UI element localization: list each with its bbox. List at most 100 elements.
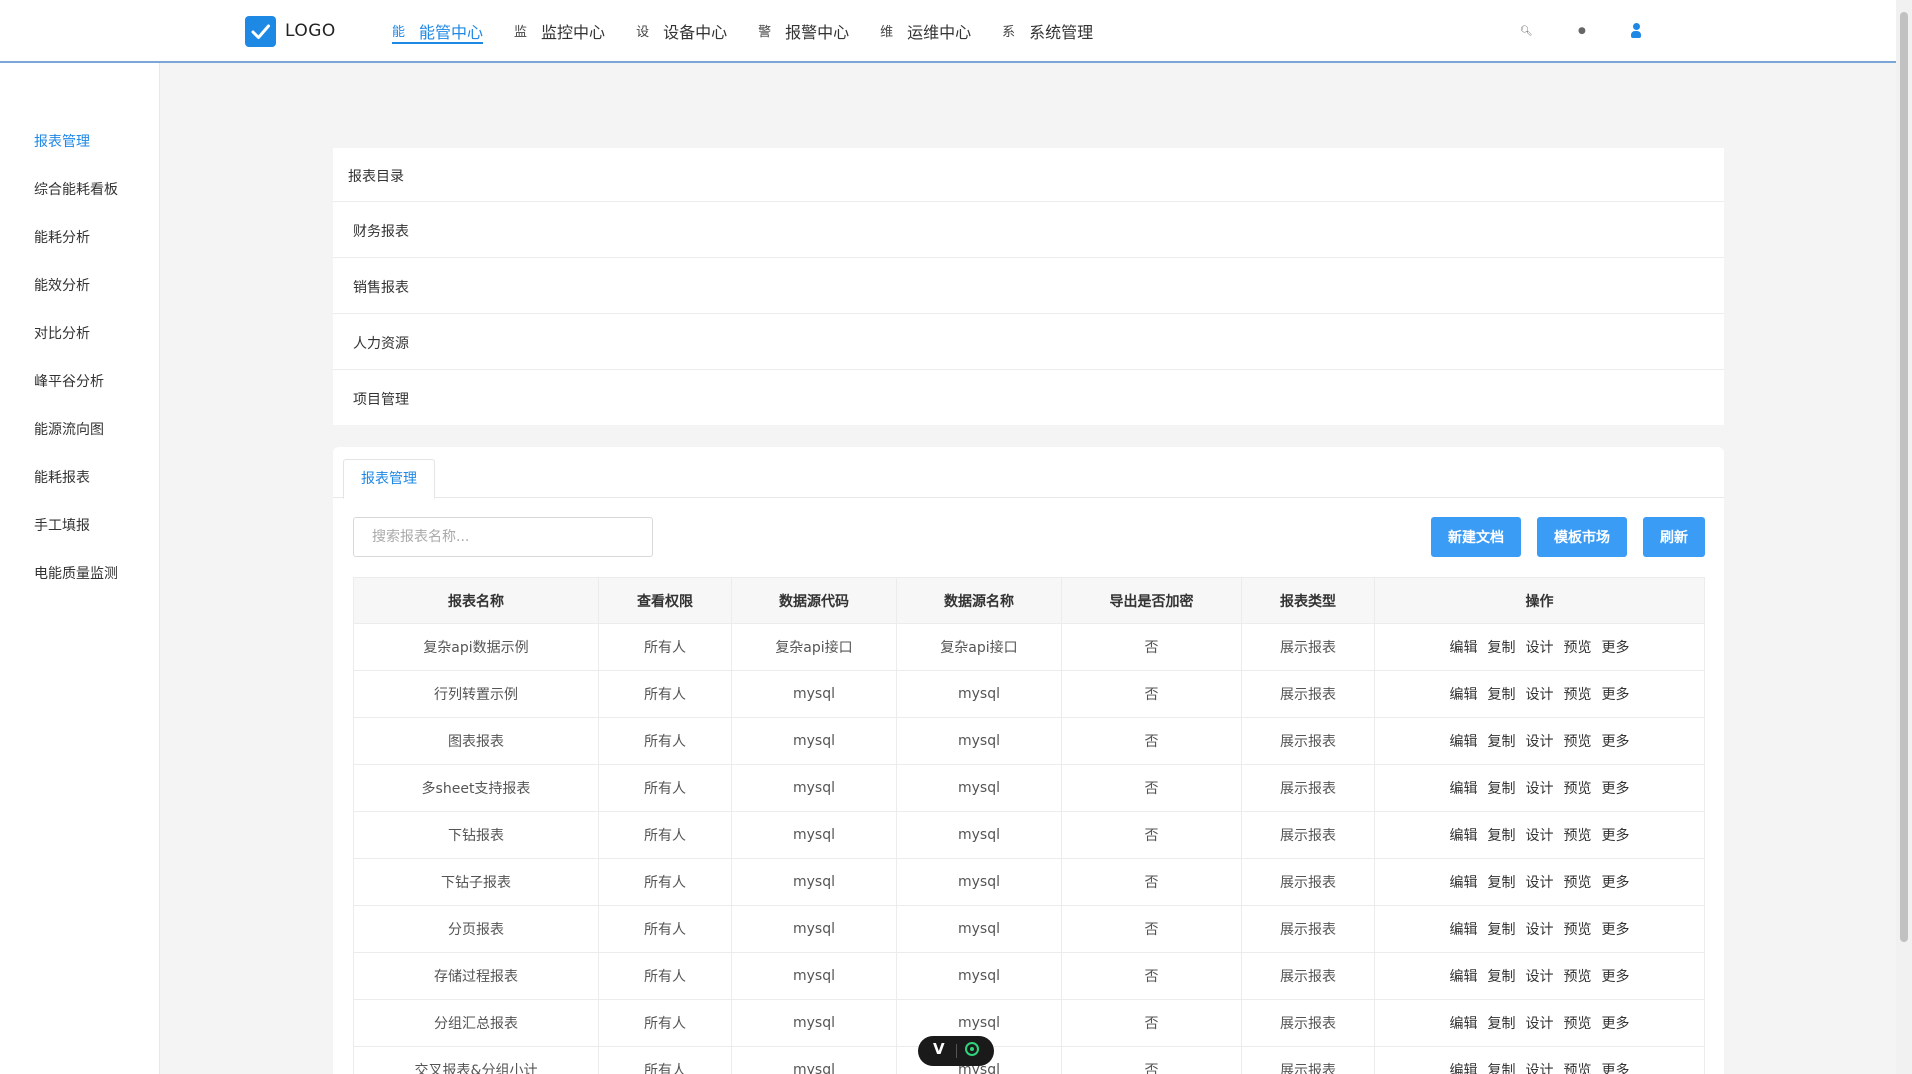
design-link[interactable]: 设计 (1526, 731, 1554, 751)
edit-link[interactable]: 编辑 (1450, 1013, 1478, 1033)
design-link[interactable]: 设计 (1526, 778, 1554, 798)
edit-link[interactable]: 编辑 (1450, 966, 1478, 986)
preview-link[interactable]: 预览 (1564, 919, 1592, 939)
table-cell: 所有人 (598, 812, 731, 858)
more-link[interactable]: 更多 (1602, 966, 1630, 986)
search-icon[interactable]: 🔍︎ (1520, 26, 1533, 37)
refresh-button[interactable]: 刷新 (1643, 517, 1705, 557)
tab-bar: 报表管理 (333, 447, 1724, 499)
sidebar-item-manual-entry[interactable]: 手工填报 (34, 515, 90, 535)
design-link[interactable]: 设计 (1526, 637, 1554, 657)
page-scrollbar[interactable] (1896, 0, 1912, 1074)
more-link[interactable]: 更多 (1602, 637, 1630, 657)
preview-link[interactable]: 预览 (1564, 1060, 1592, 1074)
table-cell: mysql (896, 765, 1061, 811)
design-link[interactable]: 设计 (1526, 1060, 1554, 1074)
nav-monitor-center[interactable]: 监 监控中心 (514, 0, 605, 61)
design-link[interactable]: 设计 (1526, 684, 1554, 704)
design-link[interactable]: 设计 (1526, 1013, 1554, 1033)
preview-link[interactable]: 预览 (1564, 1013, 1592, 1033)
user-icon[interactable] (1630, 21, 1642, 41)
row-actions: 编辑 复制 设计 预览 更多 (1374, 859, 1705, 905)
more-link[interactable]: 更多 (1602, 731, 1630, 751)
design-link[interactable]: 设计 (1526, 919, 1554, 939)
copy-link[interactable]: 复制 (1488, 966, 1516, 986)
nav-energy-center[interactable]: 能 能管中心 (392, 0, 484, 61)
notification-icon[interactable]: ● (1578, 26, 1586, 36)
sidebar-item-peak-valley-analysis[interactable]: 峰平谷分析 (34, 371, 104, 391)
table-cell: 否 (1061, 906, 1241, 952)
more-link[interactable]: 更多 (1602, 684, 1630, 704)
edit-link[interactable]: 编辑 (1450, 825, 1478, 845)
sidebar-item-energy-report[interactable]: 能耗报表 (34, 467, 90, 487)
sidebar-item-energy-analysis[interactable]: 能耗分析 (34, 227, 90, 247)
nav-alarm-center[interactable]: 警 报警中心 (758, 0, 849, 61)
more-link[interactable]: 更多 (1602, 778, 1630, 798)
copy-link[interactable]: 复制 (1488, 1060, 1516, 1074)
copy-link[interactable]: 复制 (1488, 778, 1516, 798)
more-link[interactable]: 更多 (1602, 872, 1630, 892)
table-cell: 分组汇总报表 (353, 1000, 598, 1046)
scrollbar-thumb[interactable] (1900, 12, 1908, 942)
preview-link[interactable]: 预览 (1564, 966, 1592, 986)
design-link[interactable]: 设计 (1526, 966, 1554, 986)
nav-ops-center[interactable]: 维 运维中心 (880, 0, 971, 61)
edit-link[interactable]: 编辑 (1450, 872, 1478, 892)
preview-link[interactable]: 预览 (1564, 825, 1592, 845)
edit-link[interactable]: 编辑 (1450, 1060, 1478, 1074)
nav-system-management[interactable]: 系 系统管理 (1002, 0, 1093, 61)
edit-link[interactable]: 编辑 (1450, 778, 1478, 798)
sidebar-item-power-quality[interactable]: 电能质量监测 (34, 563, 118, 583)
more-link[interactable]: 更多 (1602, 919, 1630, 939)
table-cell: 复杂api接口 (896, 624, 1061, 670)
catalog-item[interactable]: 人力资源 (333, 313, 1724, 369)
sidebar-item-energy-dashboard[interactable]: 综合能耗看板 (34, 179, 118, 199)
table-cell: 分页报表 (353, 906, 598, 952)
copy-link[interactable]: 复制 (1488, 872, 1516, 892)
more-link[interactable]: 更多 (1602, 1013, 1630, 1033)
edit-link[interactable]: 编辑 (1450, 919, 1478, 939)
edit-link[interactable]: 编辑 (1450, 731, 1478, 751)
sidebar-item-efficiency-analysis[interactable]: 能效分析 (34, 275, 90, 295)
more-link[interactable]: 更多 (1602, 825, 1630, 845)
table-row: 多sheet支持报表 所有人 mysql mysql 否展示报表 编辑 复制 设计 预览 更多 (353, 765, 1705, 812)
copy-link[interactable]: 复制 (1488, 825, 1516, 845)
edit-link[interactable]: 编辑 (1450, 637, 1478, 657)
preview-link[interactable]: 预览 (1564, 731, 1592, 751)
nav-device-center[interactable]: 设 设备中心 (636, 0, 727, 61)
table-cell: 所有人 (598, 859, 731, 905)
copy-link[interactable]: 复制 (1488, 637, 1516, 657)
design-link[interactable]: 设计 (1526, 825, 1554, 845)
search-input[interactable] (353, 517, 653, 557)
preview-link[interactable]: 预览 (1564, 637, 1592, 657)
sidebar-item-report-management[interactable]: 报表管理 (34, 131, 90, 151)
preview-link[interactable]: 预览 (1564, 684, 1592, 704)
new-document-button[interactable]: 新建文档 (1431, 517, 1521, 557)
row-actions: 编辑 复制 设计 预览 更多 (1374, 812, 1705, 858)
row-actions: 编辑 复制 设计 预览 更多 (1374, 906, 1705, 952)
row-actions: 编辑 复制 设计 预览 更多 (1374, 671, 1705, 717)
devtools-pill[interactable]: V (918, 1036, 994, 1066)
table-cell: 存储过程报表 (353, 953, 598, 999)
row-actions: 编辑 复制 设计 预览 更多 (1374, 953, 1705, 999)
table-cell: 复杂api接口 (731, 624, 896, 670)
template-market-button[interactable]: 模板市场 (1537, 517, 1627, 557)
catalog-item[interactable]: 财务报表 (333, 201, 1724, 257)
preview-link[interactable]: 预览 (1564, 778, 1592, 798)
table-cell: mysql (731, 671, 896, 717)
table-row: 下钻报表 所有人 mysql mysql 否展示报表 编辑 复制 设计 预览 更多 (353, 812, 1705, 859)
sidebar-item-energy-flow[interactable]: 能源流向图 (34, 419, 104, 439)
sidebar-item-comparison-analysis[interactable]: 对比分析 (34, 323, 90, 343)
tab-report-management[interactable]: 报表管理 (343, 459, 435, 499)
design-link[interactable]: 设计 (1526, 872, 1554, 892)
preview-link[interactable]: 预览 (1564, 872, 1592, 892)
top-nav: 能 能管中心 监 监控中心 设 设备中心 警 报警中心 维 运维中心 系 系统管… (392, 0, 1124, 61)
more-link[interactable]: 更多 (1602, 1060, 1630, 1074)
edit-link[interactable]: 编辑 (1450, 684, 1478, 704)
copy-link[interactable]: 复制 (1488, 1013, 1516, 1033)
copy-link[interactable]: 复制 (1488, 731, 1516, 751)
copy-link[interactable]: 复制 (1488, 919, 1516, 939)
catalog-item[interactable]: 销售报表 (333, 257, 1724, 313)
catalog-item[interactable]: 项目管理 (333, 369, 1724, 425)
copy-link[interactable]: 复制 (1488, 684, 1516, 704)
